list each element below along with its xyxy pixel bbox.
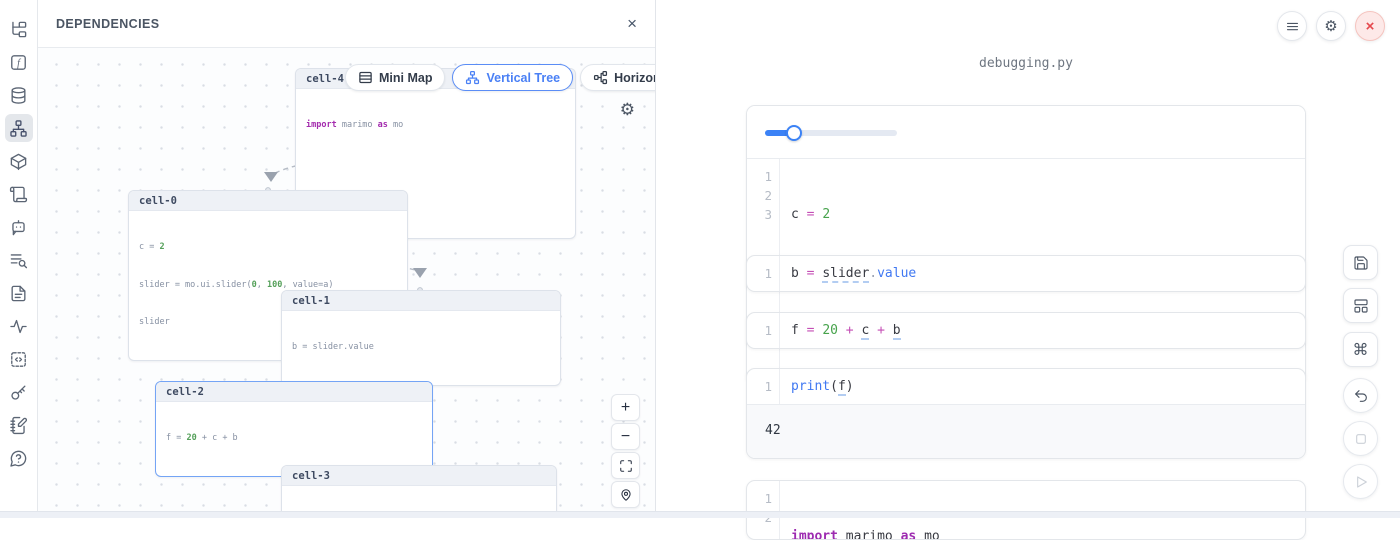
menu-icon bbox=[1285, 19, 1300, 34]
help-icon[interactable] bbox=[5, 444, 33, 472]
file-tree-icon[interactable] bbox=[5, 15, 33, 43]
maximize-icon bbox=[619, 459, 633, 473]
horizontal-tree-button[interactable]: Horizontal Tree bbox=[580, 64, 655, 91]
zoom-out-button[interactable]: − bbox=[611, 423, 640, 450]
stop-button[interactable] bbox=[1343, 421, 1378, 456]
code-lines: print(f) bbox=[780, 369, 854, 404]
graph-view-toolbar: Mini Map Vertical Tree Horizontal Tree bbox=[345, 64, 655, 91]
notebook-top-actions: ⚙ × bbox=[1277, 11, 1385, 41]
notebook-side-actions: ⌘ bbox=[1343, 245, 1378, 499]
line-numbers: 1 bbox=[747, 369, 780, 404]
cell-output: 42 bbox=[747, 404, 1305, 458]
layout-panel-icon bbox=[1353, 298, 1369, 314]
undo-button[interactable] bbox=[1343, 378, 1378, 413]
layout-button[interactable] bbox=[1343, 288, 1378, 323]
settings-button[interactable]: ⚙ bbox=[1316, 11, 1346, 41]
line-numbers: 1 bbox=[747, 256, 780, 291]
notebook-area: ⚙ × debugging.py 1 2 3 c = 2 slider = mo… bbox=[656, 0, 1400, 518]
minimap-button[interactable]: Mini Map bbox=[345, 64, 445, 91]
notebook-cell: 1 b = slider.value bbox=[746, 255, 1306, 292]
menu-button[interactable] bbox=[1277, 11, 1307, 41]
undo-icon bbox=[1353, 388, 1369, 404]
line-numbers: 1 bbox=[747, 313, 780, 348]
graph-node-cell-1[interactable]: cell-1 b = slider.value bbox=[281, 290, 561, 386]
notebook-filename[interactable]: debugging.py bbox=[746, 56, 1306, 71]
scratchpad-icon[interactable] bbox=[5, 411, 33, 439]
panel-title: DEPENDENCIES bbox=[56, 17, 159, 31]
dependencies-panel: DEPENDENCIES × ce bbox=[38, 0, 656, 518]
code-editor[interactable]: 1 print(f) bbox=[747, 369, 1305, 404]
graph-node-cell-2[interactable]: cell-2 f = 20 + c + b bbox=[155, 381, 433, 477]
app-footer-strip bbox=[0, 511, 1400, 518]
tracing-icon[interactable] bbox=[5, 312, 33, 340]
function-icon[interactable]: f bbox=[5, 48, 33, 76]
code-editor[interactable]: 1 f = 20 + c + b bbox=[747, 313, 1305, 348]
node-title: cell-2 bbox=[156, 382, 432, 402]
map-pin-icon bbox=[619, 488, 633, 502]
code-lines: f = 20 + c + b bbox=[780, 313, 901, 348]
zoom-in-button[interactable]: + bbox=[611, 394, 640, 421]
graph-zoom-controls: + − bbox=[611, 394, 640, 508]
run-button[interactable] bbox=[1343, 464, 1378, 499]
node-code: b = slider.value bbox=[282, 311, 560, 385]
close-panel-icon[interactable]: × bbox=[627, 15, 637, 32]
package-icon[interactable] bbox=[5, 147, 33, 175]
slider-widget[interactable] bbox=[765, 125, 897, 141]
command-palette-button[interactable]: ⌘ bbox=[1343, 332, 1378, 367]
outline-search-icon[interactable] bbox=[5, 246, 33, 274]
save-button[interactable] bbox=[1343, 245, 1378, 280]
rows-icon bbox=[358, 70, 373, 85]
code-editor[interactable]: 1 b = slider.value bbox=[747, 256, 1305, 291]
code-lines: b = slider.value bbox=[780, 256, 916, 291]
notebook-cell: 1 f = 20 + c + b bbox=[746, 312, 1306, 349]
snippets-icon[interactable] bbox=[5, 345, 33, 373]
logs-icon[interactable] bbox=[5, 180, 33, 208]
document-icon[interactable] bbox=[5, 279, 33, 307]
slider-thumb[interactable] bbox=[786, 125, 802, 141]
fit-view-button[interactable] bbox=[611, 452, 640, 479]
notebook-cell: 1 2 import marimo as mo bbox=[746, 480, 1306, 540]
node-title: cell-1 bbox=[282, 291, 560, 311]
shutdown-button[interactable]: × bbox=[1355, 11, 1385, 41]
node-title: cell-0 bbox=[129, 191, 407, 211]
ai-chat-icon[interactable] bbox=[5, 213, 33, 241]
play-icon bbox=[1353, 474, 1369, 490]
vertical-tree-button[interactable]: Vertical Tree bbox=[452, 64, 573, 91]
svg-text:f: f bbox=[17, 58, 22, 69]
locate-node-button[interactable] bbox=[611, 481, 640, 508]
save-icon bbox=[1353, 255, 1369, 271]
node-title: cell-3 bbox=[282, 466, 556, 486]
vertical-tree-icon bbox=[465, 70, 480, 85]
dependency-graph-canvas[interactable]: cell-4 import marimo as mo a = 20 cell-0… bbox=[38, 48, 655, 518]
database-icon[interactable] bbox=[5, 81, 33, 109]
notebook-cell: 1 print(f) 42 bbox=[746, 368, 1306, 459]
graph-settings-gear-icon[interactable]: ⚙ bbox=[620, 100, 635, 120]
panel-header: DEPENDENCIES × bbox=[38, 0, 655, 48]
cell-output bbox=[747, 106, 1305, 159]
horizontal-tree-icon bbox=[593, 70, 608, 85]
activity-sidebar: f bbox=[0, 0, 38, 518]
stop-icon bbox=[1353, 431, 1369, 447]
dependency-graph-icon[interactable] bbox=[5, 114, 33, 142]
secrets-icon[interactable] bbox=[5, 378, 33, 406]
